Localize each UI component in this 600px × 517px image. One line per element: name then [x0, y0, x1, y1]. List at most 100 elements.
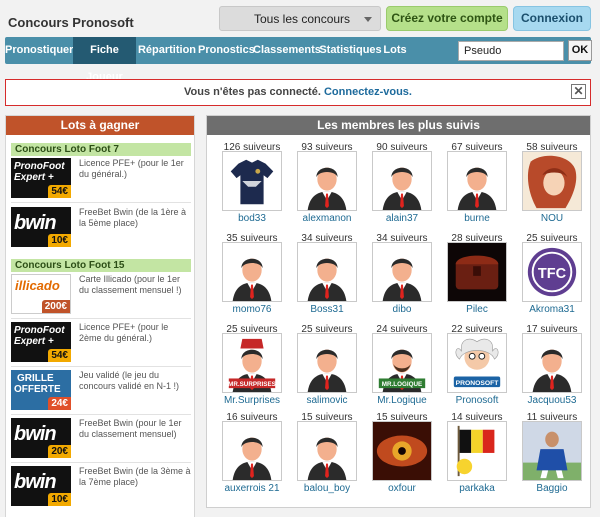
member-card[interactable]: 34 suiveurs Boss31 — [294, 233, 360, 323]
member-username-link[interactable]: Pronosoft — [436, 395, 518, 406]
member-card[interactable]: 15 suiveurs oxfour — [369, 412, 435, 502]
member-avatar[interactable] — [447, 421, 507, 481]
prize-item[interactable]: bwin 20€ FreeBet Bwin (pour le 1er du cl… — [11, 418, 191, 460]
member-username-link[interactable]: Baggio — [511, 483, 593, 494]
pseudo-search-input[interactable] — [458, 41, 564, 61]
member-card[interactable]: 58 suiveurs NOU — [519, 142, 585, 232]
nav-classements[interactable]: Classements — [253, 37, 321, 64]
member-card[interactable]: 25 suiveurs MR.SURPRISES Mr.Surprises — [219, 324, 285, 414]
member-username-link[interactable]: Boss31 — [286, 304, 368, 315]
login-link[interactable]: Connectez-vous. — [324, 86, 412, 98]
prize-item[interactable]: bwin 10€ FreeBet Bwin (de la 1ère à la 5… — [11, 207, 191, 249]
member-card[interactable]: 24 suiveurs MR.LOGIQUE Mr.Logique — [369, 324, 435, 414]
prize-item[interactable]: PronoFoot Expert + 54€ Licence PFE+ (pou… — [11, 322, 191, 364]
prize-item[interactable]: illicado 200€ Carte Illicado (pour le 1e… — [11, 274, 191, 316]
site-title: Concours Pronosoft — [8, 15, 134, 30]
member-username-link[interactable]: salimovic — [286, 395, 368, 406]
member-card[interactable]: 16 suiveurs auxerrois 21 — [219, 412, 285, 502]
member-avatar[interactable] — [522, 333, 582, 393]
nav-repartition[interactable]: Répartition — [136, 37, 198, 64]
member-avatar[interactable] — [447, 151, 507, 211]
prize-description: Jeu validé (le jeu du concours validé en… — [79, 370, 180, 391]
member-avatar[interactable] — [297, 421, 357, 481]
nav-lots[interactable]: Lots — [383, 37, 407, 64]
member-username-link[interactable]: Mr.Logique — [361, 395, 443, 406]
member-avatar[interactable] — [372, 421, 432, 481]
svg-text:MR.LOGIQUE: MR.LOGIQUE — [382, 381, 422, 388]
member-username-link[interactable]: Mr.Surprises — [211, 395, 293, 406]
member-avatar[interactable] — [297, 333, 357, 393]
prize-item[interactable]: GRILLE OFFERTE 24€ Jeu validé (le jeu du… — [11, 370, 191, 412]
member-avatar[interactable] — [222, 421, 282, 481]
grille-offerte-logo: GRILLE OFFERTE 24€ — [11, 370, 71, 410]
prize-description: FreeBet Bwin (de la 3ème à la 7ème place… — [79, 466, 191, 487]
member-card[interactable]: 15 suiveurs balou_boy — [294, 412, 360, 502]
member-username-link[interactable]: balou_boy — [286, 483, 368, 494]
nav-statistiques[interactable]: Statistiques — [318, 37, 383, 64]
bwin-logo: bwin 20€ — [11, 418, 71, 458]
member-card[interactable]: 14 suiveurs parkaka — [444, 412, 510, 502]
search-ok-button[interactable]: OK — [568, 40, 592, 61]
nav-fiche-joueur[interactable]: Fiche Joueur — [73, 37, 136, 83]
member-username-link[interactable]: oxfour — [361, 483, 443, 494]
member-username-link[interactable]: bod33 — [211, 213, 293, 224]
login-button[interactable]: Connexion — [513, 6, 591, 31]
member-avatar[interactable] — [372, 151, 432, 211]
member-card[interactable]: 22 suiveurs PRONOSOFT Pronosoft — [444, 324, 510, 414]
prize-description: Carte Illicado (pour le 1er du classemen… — [79, 274, 182, 295]
member-username-link[interactable]: momo76 — [211, 304, 293, 315]
member-avatar[interactable]: TFC — [522, 242, 582, 302]
member-card[interactable]: 17 suiveurs Jacquou53 — [519, 324, 585, 414]
member-card[interactable]: 35 suiveurs momo76 — [219, 233, 285, 323]
member-username-link[interactable]: Pilec — [436, 304, 518, 315]
member-avatar[interactable] — [522, 151, 582, 211]
member-card[interactable]: 67 suiveurs burne — [444, 142, 510, 232]
member-username-link[interactable]: alain37 — [361, 213, 443, 224]
contest-select-label: Tous les concours — [254, 12, 351, 26]
member-username-link[interactable]: NOU — [511, 213, 593, 224]
nav-pronostiquer[interactable]: Pronostiquer — [5, 37, 73, 64]
member-avatar[interactable] — [297, 242, 357, 302]
member-avatar[interactable]: MR.SURPRISES — [222, 333, 282, 393]
followed-members-panel: Les membres les plus suivis 126 suiveurs… — [206, 115, 591, 508]
member-avatar[interactable] — [447, 242, 507, 302]
contest-select[interactable]: Tous les concours — [219, 6, 381, 31]
member-card[interactable]: 34 suiveurs dibo — [369, 233, 435, 323]
member-avatar[interactable] — [222, 151, 282, 211]
illicado-logo: illicado 200€ — [11, 274, 71, 314]
member-avatar[interactable]: MR.LOGIQUE — [372, 333, 432, 393]
member-avatar[interactable] — [522, 421, 582, 481]
not-connected-alert: Vous n'êtes pas connecté. Connectez-vous… — [5, 79, 591, 106]
prize-description: FreeBet Bwin (pour le 1er du classement … — [79, 418, 182, 439]
member-card[interactable]: 25 suiveurs TFC Akroma31 — [519, 233, 585, 323]
member-username-link[interactable]: burne — [436, 213, 518, 224]
lots-panel-title: Lots à gagner — [6, 116, 194, 135]
member-card[interactable]: 90 suiveurs alain37 — [369, 142, 435, 232]
nav-pronostics[interactable]: Pronostics — [198, 37, 255, 64]
member-username-link[interactable]: alexmanon — [286, 213, 368, 224]
member-card[interactable]: 11 suiveurs Baggio — [519, 412, 585, 502]
member-username-link[interactable]: parkaka — [436, 483, 518, 494]
bwin-logo: bwin 10€ — [11, 207, 71, 247]
create-account-button[interactable]: Créez votre compte — [386, 6, 508, 31]
member-username-link[interactable]: auxerrois 21 — [211, 483, 293, 494]
member-avatar[interactable] — [297, 151, 357, 211]
close-icon[interactable]: ✕ — [571, 84, 586, 99]
member-card[interactable]: 93 suiveurs alexmanon — [294, 142, 360, 232]
member-username-link[interactable]: Jacquou53 — [511, 395, 593, 406]
member-username-link[interactable]: dibo — [361, 304, 443, 315]
pronofoot-logo: PronoFoot Expert + 54€ — [11, 158, 71, 198]
member-username-link[interactable]: Akroma31 — [511, 304, 593, 315]
prize-description: Licence PFE+ (pour le 2ème du général.) — [79, 322, 169, 343]
member-avatar[interactable] — [372, 242, 432, 302]
member-card[interactable]: 25 suiveurs salimovic — [294, 324, 360, 414]
header: Concours Pronosoft Tous les concours Cré… — [0, 0, 600, 38]
member-avatar[interactable] — [222, 242, 282, 302]
member-avatar[interactable]: PRONOSOFT — [447, 333, 507, 393]
member-card[interactable]: 126 suiveurs bod33 — [219, 142, 285, 232]
divider — [11, 202, 191, 203]
member-card[interactable]: 28 suiveurs Pilec — [444, 233, 510, 323]
prize-item[interactable]: PronoFoot Expert + 54€ Licence PFE+ (pou… — [11, 158, 191, 200]
prize-item[interactable]: bwin 10€ FreeBet Bwin (de la 3ème à la 7… — [11, 466, 191, 508]
divider — [11, 462, 191, 463]
